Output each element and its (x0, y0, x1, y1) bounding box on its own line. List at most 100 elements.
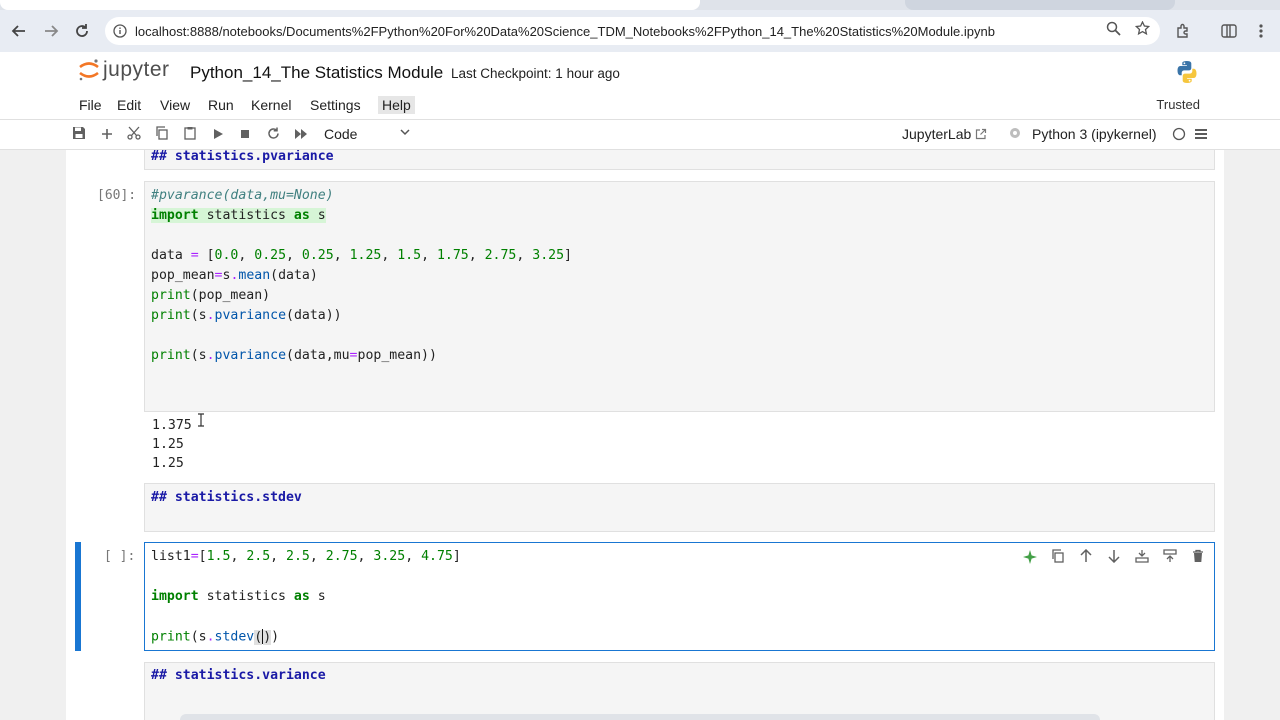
external-link-icon (976, 128, 987, 140)
paste-button[interactable] (181, 126, 199, 144)
checkpoint-status: Last Checkpoint: 1 hour ago (451, 66, 620, 81)
code-line-2: import statistics as s (151, 208, 326, 223)
active-code-cell[interactable]: list1=[1.5, 2.5, 2.5, 2.75, 3.25, 4.75] … (144, 542, 1215, 651)
back-button[interactable] (7, 19, 31, 43)
move-up-icon[interactable] (1078, 548, 1094, 565)
code-line-5: pop_mean=s.mean(data) (151, 268, 318, 283)
kebab-menu-icon (1259, 24, 1263, 38)
output-line: 1.25 (152, 456, 184, 471)
jupyterlab-link[interactable]: JupyterLab (902, 126, 987, 142)
chevron-down-icon (400, 127, 410, 140)
browser-menu-button[interactable] (1249, 19, 1273, 43)
stop-icon (241, 130, 249, 138)
save-icon (73, 127, 85, 139)
save-button[interactable] (70, 126, 88, 144)
logo-text: jupyter (103, 58, 170, 81)
menu-view[interactable]: View (160, 97, 190, 113)
markdown-source: ## statistics.variance (151, 668, 326, 683)
address-bar[interactable]: localhost:8888/notebooks/Documents%2FPyt… (105, 17, 1160, 45)
jupyter-logo[interactable]: jupyter (78, 58, 170, 82)
markdown-cell-variance[interactable]: ## statistics.variance (144, 662, 1215, 720)
delete-cell-icon[interactable] (1190, 549, 1206, 565)
menu-edit[interactable]: Edit (117, 97, 141, 113)
menu-bar: File Edit View Run Kernel Settings Help … (0, 92, 1280, 120)
copy-button[interactable] (153, 126, 171, 144)
notebook-area: ## statistics.pvariance [60]: #pvarance(… (0, 150, 1280, 720)
site-info-icon[interactable] (105, 24, 135, 38)
reload-icon (76, 24, 88, 37)
menu-file[interactable]: File (79, 97, 102, 113)
run-button[interactable] (209, 126, 227, 144)
menu-run[interactable]: Run (208, 97, 234, 113)
duplicate-cell-icon[interactable] (1050, 549, 1066, 565)
output-line: 1.375 (152, 418, 192, 433)
output-line: 1.25 (152, 437, 184, 452)
kernel-name[interactable]: Python 3 (ipykernel) (1032, 126, 1157, 142)
cell-type-value: Code (324, 126, 358, 142)
code-line-7: print(s.pvariance(data)) (151, 308, 342, 323)
browser-chrome: localhost:8888/notebooks/Documents%2FPyt… (0, 0, 1280, 52)
url-text: localhost:8888/notebooks/Documents%2FPyt… (135, 23, 995, 39)
forward-button[interactable] (39, 19, 63, 43)
active-cell-indicator (75, 542, 81, 651)
trusted-indicator[interactable]: Trusted (1156, 97, 1200, 112)
move-down-icon[interactable] (1106, 549, 1122, 565)
code-line-6: print(pop_mean) (151, 288, 271, 303)
menu-help[interactable]: Help (378, 96, 415, 114)
markdown-cell-pvariance[interactable]: ## statistics.pvariance (144, 150, 1215, 170)
insert-cell-button[interactable] (98, 126, 116, 144)
markdown-source: ## statistics.pvariance (151, 150, 334, 164)
hamburger-menu-icon[interactable] (1194, 127, 1208, 144)
restart-button[interactable] (264, 126, 282, 144)
insert-below-icon[interactable] (1162, 549, 1178, 565)
scissors-icon (127, 126, 141, 140)
tab-strip (0, 0, 1280, 10)
restart-icon (267, 127, 279, 139)
notebook-toolbar: Code JupyterLab Python 3 (ipykernel) (0, 120, 1280, 150)
ai-sparkle-icon[interactable] (1022, 549, 1038, 565)
code-line-1: #pvarance(data,mu=None) (151, 188, 334, 203)
code-line-1: list1=[1.5, 2.5, 2.5, 2.75, 3.25, 4.75] (151, 549, 461, 564)
code-line-4: data = [0.0, 0.25, 0.25, 1.25, 1.5, 1.75… (151, 248, 572, 263)
python-logo-icon (1175, 60, 1199, 84)
markdown-source: ## statistics.stdev (151, 490, 302, 505)
restart-run-all-button[interactable] (292, 126, 310, 144)
jupyter-logo-icon (78, 58, 100, 82)
markdown-cell-stdev[interactable]: ## statistics.stdev (144, 483, 1215, 532)
code-cell-60[interactable]: #pvarance(data,mu=None) import statistic… (144, 181, 1215, 412)
cell-toolbar (1022, 548, 1206, 565)
bookmark-star-icon[interactable] (1134, 20, 1151, 40)
menu-kernel[interactable]: Kernel (251, 97, 291, 113)
puzzle-icon (1177, 23, 1188, 38)
cell-type-select[interactable]: Code (324, 126, 410, 142)
input-prompt: [60]: (97, 188, 137, 203)
play-icon (214, 129, 223, 139)
notebook-title[interactable]: Python_14_The Statistics Module (190, 63, 443, 83)
code-line-9: print(s.pvariance(data,mu=pop_mean)) (151, 348, 437, 363)
code-line-3: import statistics as s (151, 589, 326, 604)
active-tab[interactable] (0, 0, 700, 10)
interrupt-button[interactable] (236, 126, 254, 144)
jupyter-header: jupyter Python_14_The Statistics Module … (0, 52, 1280, 92)
kernel-settings-icon[interactable] (1008, 126, 1022, 143)
extensions-button[interactable] (1171, 19, 1195, 43)
inactive-tab[interactable] (905, 0, 1175, 10)
jupyterlab-label: JupyterLab (902, 126, 972, 142)
clipboard-icon (184, 127, 196, 140)
menu-settings[interactable]: Settings (310, 97, 361, 113)
plus-icon (102, 129, 112, 139)
arrow-left-icon (11, 25, 25, 37)
code-line-5: print(s.stdev()) (151, 629, 280, 645)
input-prompt: [ ]: (104, 549, 136, 564)
insert-above-icon[interactable] (1134, 549, 1150, 565)
horizontal-scrollbar[interactable] (180, 714, 1100, 720)
cut-button[interactable] (125, 126, 143, 144)
reload-button[interactable] (70, 19, 94, 43)
kernel-status-idle-icon (1172, 127, 1186, 144)
copy-icon (156, 126, 168, 140)
mouse-ibeam-cursor (197, 413, 205, 430)
fast-forward-icon (295, 129, 307, 139)
profile-button[interactable] (1217, 19, 1241, 43)
arrow-right-icon (45, 25, 59, 37)
zoom-icon[interactable] (1106, 21, 1121, 40)
